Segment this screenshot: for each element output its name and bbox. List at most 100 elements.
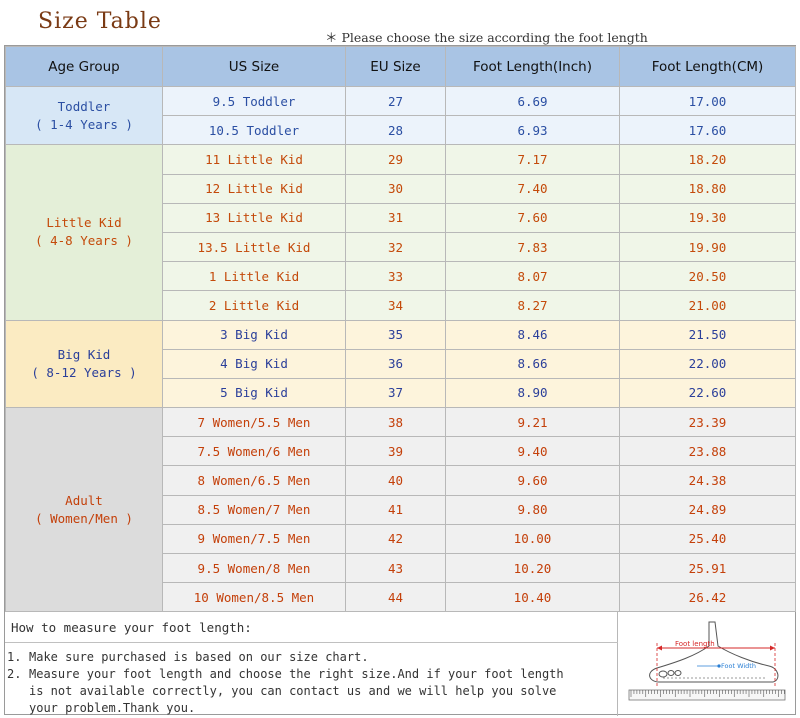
header-foot-length-inch: Foot Length(Inch)	[445, 46, 620, 87]
header-row: Age Group US Size EU Size Foot Length(In…	[5, 46, 796, 87]
header-us-size: US Size	[162, 46, 346, 87]
foot-length-inch-cell: 8.27	[445, 290, 620, 321]
age-group-name: Little Kid	[46, 215, 122, 231]
eu-size-cell: 44	[345, 582, 446, 613]
foot-length-inch-cell: 6.69	[445, 85, 620, 117]
us-size-cell: 7.5 Women/6 Men	[162, 436, 346, 467]
foot-length-inch-cell: 6.93	[445, 115, 620, 146]
age-group-range: ( 8-12 Years )	[31, 364, 137, 380]
us-size-cell: 3 Big Kid	[162, 319, 346, 350]
us-size-cell: 7 Women/5.5 Men	[162, 407, 346, 438]
foot-length-cm-cell: 19.90	[619, 231, 796, 263]
eu-size-cell: 43	[345, 552, 446, 584]
how-to-title: How to measure your foot length:	[11, 620, 252, 635]
age-group-range: ( 4-8 Years )	[35, 233, 133, 249]
age-group-range: ( Women/Men )	[35, 510, 133, 526]
eu-size-cell: 27	[345, 85, 446, 117]
foot-length-inch-cell: 9.21	[445, 407, 620, 438]
foot-length-inch-cell: 7.60	[445, 202, 620, 233]
item-text: Make sure purchased is based on our size…	[29, 650, 369, 664]
age-group-name: Toddler	[57, 98, 111, 114]
foot-length-cm-cell: 25.91	[619, 552, 796, 584]
age-group-cell: Adult ( Women/Men )	[5, 407, 163, 613]
how-to-measure: How to measure your foot length: 1. Make…	[5, 612, 618, 716]
table-row: Toddler ( 1-4 Years ) 9.5 Toddler 27 6.69 17.…	[5, 85, 796, 146]
us-size-cell: 8.5 Women/7 Men	[162, 494, 346, 525]
foot-length-cm-cell: 23.39	[619, 407, 796, 438]
foot-outline-icon	[649, 621, 779, 683]
us-size-cell: 8 Women/6.5 Men	[162, 465, 346, 496]
eu-size-cell: 36	[345, 348, 446, 379]
how-to-list: 1. Make sure purchased is based on our s…	[7, 649, 567, 717]
ruler	[628, 689, 786, 701]
age-group-cell: Little Kid ( 4-8 Years )	[5, 144, 163, 321]
us-size-cell: 10 Women/8.5 Men	[162, 582, 346, 613]
age-group-name: Big Kid	[57, 346, 111, 362]
foot-length-cm-cell: 21.00	[619, 290, 796, 321]
foot-length-inch-cell: 10.20	[445, 552, 620, 584]
eu-size-cell: 40	[345, 465, 446, 496]
foot-length-inch-cell: 10.40	[445, 582, 620, 613]
table-row: Little Kid( 4-8 Years ) 11 Little Kid 29 7.…	[5, 144, 796, 321]
us-size-cell: 9.5 Women/8 Men	[162, 552, 346, 584]
eu-size-cell: 42	[345, 523, 446, 555]
header-age-group: Age Group	[5, 46, 163, 87]
us-size-cell: 13.5 Little Kid	[162, 231, 346, 263]
header-foot-length-cm: Foot Length(CM)	[619, 46, 796, 87]
foot-length-inch-cell: 9.40	[445, 436, 620, 467]
eu-size-cell: 37	[345, 377, 446, 409]
foot-length-cm-cell: 24.89	[619, 494, 796, 525]
us-size-cell: 13 Little Kid	[162, 202, 346, 233]
age-group-range: ( 1-4 Years )	[35, 116, 133, 132]
eu-size-cell: 35	[345, 319, 446, 350]
foot-length-inch-cell: 10.00	[445, 523, 620, 555]
us-size-cell: 2 Little Kid	[162, 290, 346, 321]
us-size-cell: 5 Big Kid	[162, 377, 346, 409]
size-note: ＊ Please choose the size according the f…	[325, 30, 648, 45]
us-size-cell: 9.5 Toddler	[162, 85, 346, 117]
eu-size-cell: 30	[345, 173, 446, 204]
foot-length-inch-cell: 9.80	[445, 494, 620, 525]
eu-size-cell: 28	[345, 115, 446, 146]
table-row: Big Kid ( 8-12 Years ) 3 Big Kid 35 8.46 21.5…	[5, 319, 796, 409]
item-number: 2.	[7, 667, 22, 681]
foot-length-cm-cell: 17.00	[619, 85, 796, 117]
age-group-cell: Big Kid ( 8-12 Years )	[5, 319, 163, 409]
item-number: 1.	[7, 650, 22, 664]
how-to-item: 2. Measure your foot length and choose t…	[7, 666, 567, 717]
eu-size-cell: 33	[345, 261, 446, 292]
eu-size-cell: 34	[345, 290, 446, 321]
foot-length-cm-cell: 17.60	[619, 115, 796, 146]
item-text: Measure your foot length and choose the …	[29, 667, 564, 715]
table-row: Adult( Women/Men ) 7 Women/5.5 Men 38 9.21 2…	[5, 407, 796, 613]
foot-length-inch-cell: 8.90	[445, 377, 620, 409]
foot-length-inch-cell: 7.17	[445, 144, 620, 175]
how-to-item: 1. Make sure purchased is based on our s…	[7, 649, 567, 666]
foot-length-cm-cell: 19.30	[619, 202, 796, 233]
foot-measure-diagram: Foot length Foot Width	[628, 621, 786, 701]
eu-size-cell: 29	[345, 144, 446, 175]
divider	[5, 642, 618, 643]
foot-length-inch-cell: 7.83	[445, 231, 620, 263]
foot-length-cm-cell: 20.50	[619, 261, 796, 292]
eu-size-cell: 38	[345, 407, 446, 438]
foot-length-cm-cell: 18.80	[619, 173, 796, 204]
header-eu-size: EU Size	[345, 46, 446, 87]
us-size-cell: 10.5 Toddler	[162, 115, 346, 146]
us-size-cell: 12 Little Kid	[162, 173, 346, 204]
age-group-name: Adult	[65, 492, 103, 508]
foot-length-inch-cell: 8.07	[445, 261, 620, 292]
foot-length-cm-cell: 18.20	[619, 144, 796, 175]
foot-length-inch-cell: 7.40	[445, 173, 620, 204]
eu-size-cell: 41	[345, 494, 446, 525]
foot-length-cm-cell: 22.60	[619, 377, 796, 409]
us-size-cell: 11 Little Kid	[162, 144, 346, 175]
age-group-cell: Toddler ( 1-4 Years )	[5, 85, 163, 146]
us-size-cell: 4 Big Kid	[162, 348, 346, 379]
eu-size-cell: 39	[345, 436, 446, 467]
foot-length-cm-cell: 22.00	[619, 348, 796, 379]
us-size-cell: 1 Little Kid	[162, 261, 346, 292]
size-table: Age Group US Size EU Size Foot Length(In…	[5, 46, 796, 613]
foot-length-inch-cell: 8.46	[445, 319, 620, 350]
foot-length-inch-cell: 9.60	[445, 465, 620, 496]
